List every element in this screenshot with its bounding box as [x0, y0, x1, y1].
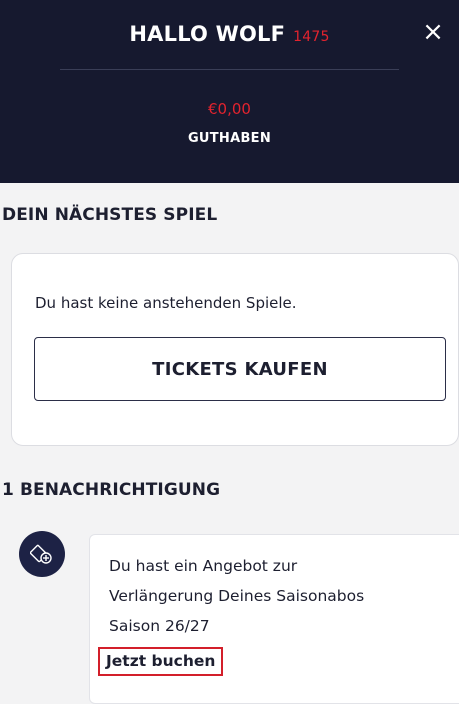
notification-message: Du hast ein Angebot zur Verlängerung Dei…: [109, 551, 459, 641]
account-header: HALLO WOLF 1475 × €0,00 GUTHABEN: [0, 0, 459, 183]
notification-card: Du hast ein Angebot zur Verlängerung Dei…: [89, 534, 459, 704]
ticket-plus-icon-glyph: [30, 544, 52, 564]
balance-label: GUTHABEN: [187, 131, 272, 146]
header-divider: [60, 69, 399, 70]
book-now-link[interactable]: Jetzt buchen: [98, 647, 224, 676]
next-game-card: Du hast keine anstehenden Spiele. TICKET…: [11, 253, 459, 446]
greeting-text: HALLO WOLF: [129, 22, 286, 46]
notification-line: Du hast ein Angebot zur: [109, 557, 298, 575]
user-number: 1475: [293, 29, 330, 45]
buy-tickets-button[interactable]: TICKETS KAUFEN: [34, 337, 446, 401]
ticket-plus-icon: [19, 531, 65, 577]
notification-line: Saison 26/27: [109, 617, 210, 635]
notification-line: Verlängerung Deines Saisonabos: [109, 587, 365, 605]
next-game-title: DEIN NÄCHSTES SPIEL: [2, 205, 218, 225]
balance-amount: €0,00: [208, 100, 251, 118]
close-button[interactable]: ×: [415, 14, 451, 50]
empty-games-message: Du hast keine anstehenden Spiele.: [35, 294, 297, 312]
greeting-title: HALLO WOLF 1475: [0, 22, 459, 46]
notifications-title: 1 BENACHRICHTIGUNG: [2, 480, 221, 500]
